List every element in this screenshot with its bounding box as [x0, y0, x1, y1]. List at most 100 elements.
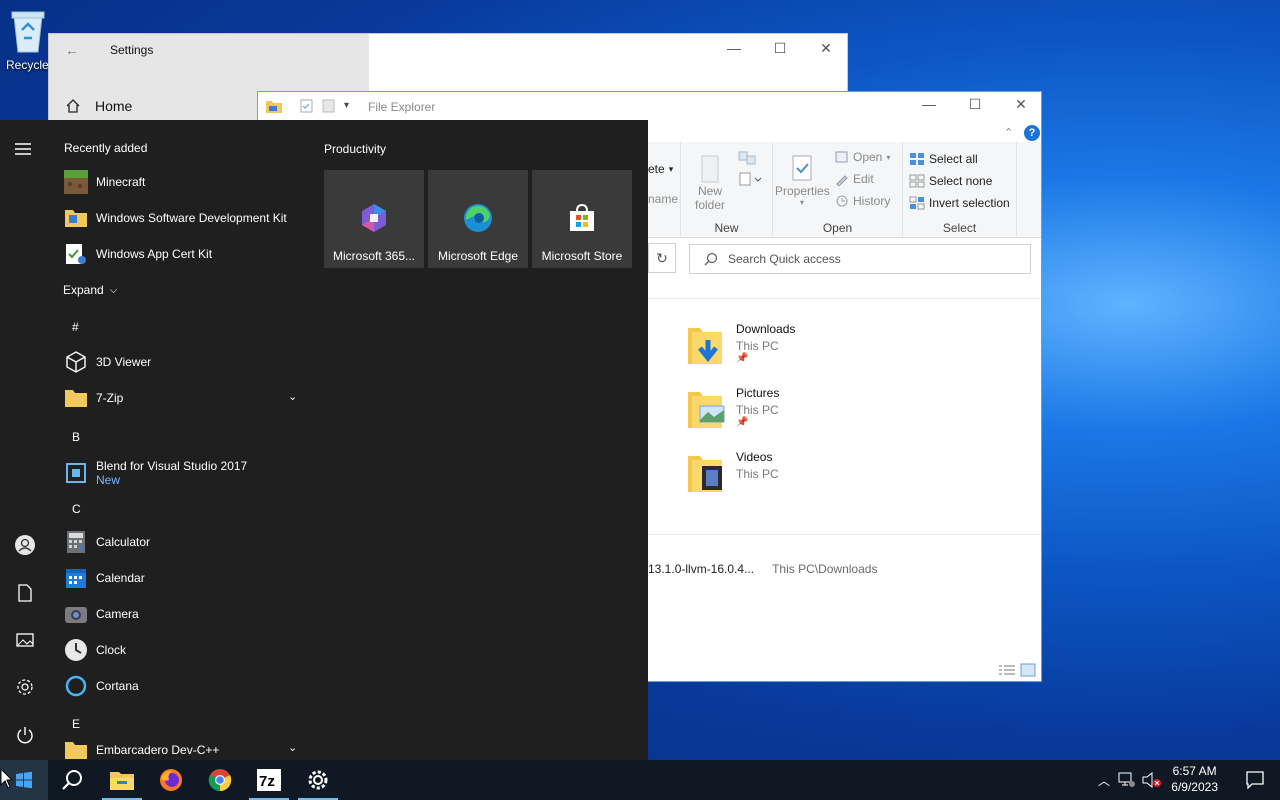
taskbar: 7z ︿ 6:57 AM 6/9/2023: [0, 760, 1280, 800]
new-item-icon[interactable]: [737, 150, 759, 168]
store-icon: [570, 203, 594, 231]
start-rail: [0, 120, 48, 760]
letter-header-b[interactable]: B: [72, 430, 80, 444]
downloads-folder-icon: [688, 328, 722, 364]
easy-access-icon[interactable]: [737, 170, 763, 188]
network-icon[interactable]: [1118, 772, 1136, 788]
app-calculator[interactable]: Calculator: [64, 525, 304, 559]
app-blend-vs2017[interactable]: Blend for Visual Studio 2017 New: [64, 453, 304, 493]
search-input[interactable]: Search Quick access: [689, 244, 1031, 274]
history-icon: [836, 195, 848, 207]
details-view-icon[interactable]: [998, 664, 1016, 676]
quick-access-videos[interactable]: Videos This PC: [688, 450, 779, 494]
group-select-label: Select: [942, 221, 977, 235]
calculator-icon: [67, 531, 85, 553]
close-button[interactable]: ✕: [803, 40, 849, 57]
show-hidden-icons-chevron-icon[interactable]: ︿: [1098, 772, 1110, 789]
power-icon[interactable]: [16, 726, 34, 744]
quick-access-dropdown-icon[interactable]: ▾: [344, 100, 349, 111]
select-none-button[interactable]: Select none: [909, 174, 992, 188]
settings-gear-icon[interactable]: [16, 678, 34, 696]
settings-home-label: Home: [95, 98, 133, 114]
tile-microsoft-edge[interactable]: Microsoft Edge: [428, 170, 528, 268]
group-new-label: New: [714, 221, 739, 235]
app-camera[interactable]: Camera: [64, 597, 304, 631]
taskbar-7zip[interactable]: 7z: [245, 760, 293, 800]
expand-button[interactable]: Expand ⌵: [63, 283, 117, 297]
hamburger-menu-icon[interactable]: [14, 142, 32, 156]
properties-icon: [792, 155, 812, 181]
properties-button[interactable]: Properties ▾: [775, 154, 830, 207]
ribbon-group-select: Select all Select none Invert selection …: [903, 142, 1017, 238]
quick-access-downloads[interactable]: Downloads This PC 📌: [688, 322, 795, 366]
pin-icon: 📌: [736, 417, 749, 428]
minecraft-icon: [64, 170, 88, 194]
settings-title: Settings: [110, 43, 154, 57]
refresh-button[interactable]: ↻: [648, 243, 676, 273]
taskbar-clock[interactable]: 6:57 AM 6/9/2023: [1171, 763, 1218, 795]
app-7zip[interactable]: 7-Zip: [64, 381, 304, 415]
recent-file-name: 13.1.0-llvm-16.0.4...: [648, 562, 755, 576]
cert-kit-icon: [66, 244, 86, 264]
svg-text:7z: 7z: [259, 773, 275, 790]
videos-folder-icon: [688, 456, 722, 492]
chevron-down-icon[interactable]: ⌄: [288, 741, 297, 754]
new-folder-icon: [701, 155, 719, 183]
group-open-label: Open: [822, 221, 853, 235]
pictures-icon[interactable]: [16, 632, 34, 648]
user-account-icon[interactable]: [14, 534, 36, 556]
app-windows-app-cert-kit[interactable]: Windows App Cert Kit: [64, 237, 304, 271]
tiles-group-heading: Productivity: [324, 142, 387, 156]
settings-home-item[interactable]: Home: [65, 98, 132, 114]
letter-header-hash[interactable]: #: [72, 320, 79, 334]
tile-microsoft-365[interactable]: Microsoft 365...: [324, 170, 424, 268]
delete-button-partial[interactable]: ete ▾: [648, 162, 673, 176]
invert-selection-button[interactable]: Invert selection: [909, 196, 1010, 210]
edit-button[interactable]: Edit: [835, 172, 874, 186]
chevron-down-icon[interactable]: ⌄: [288, 390, 297, 403]
invert-selection-icon: [909, 196, 925, 210]
taskbar-settings[interactable]: [294, 760, 342, 800]
recent-file-row[interactable]: 13.1.0-llvm-16.0.4... This PC\Downloads: [648, 562, 877, 576]
divider: [648, 534, 1041, 535]
maximize-button[interactable]: ☐: [757, 40, 803, 57]
app-windows-sdk[interactable]: Windows Software Development Kit: [64, 201, 304, 235]
app-3d-viewer[interactable]: 3D Viewer: [64, 345, 304, 379]
back-arrow-icon[interactable]: ←: [65, 42, 79, 58]
new-folder-quick-icon[interactable]: [322, 99, 336, 113]
history-button[interactable]: History: [835, 194, 890, 208]
large-icons-view-icon[interactable]: [1020, 663, 1036, 677]
letter-header-e[interactable]: E: [72, 717, 80, 731]
minimize-button[interactable]: —: [711, 40, 757, 57]
rename-button-partial[interactable]: name: [648, 192, 678, 206]
taskbar-firefox[interactable]: [147, 760, 195, 800]
new-folder-button[interactable]: New folder: [695, 154, 725, 212]
taskbar-chrome[interactable]: [196, 760, 244, 800]
letter-header-c[interactable]: C: [72, 502, 81, 516]
ribbon-collapse-icon[interactable]: ⌃: [1004, 126, 1013, 139]
properties-quick-icon[interactable]: [300, 99, 314, 113]
clock-time: 6:57 AM: [1172, 764, 1217, 778]
app-embarcadero-devcpp[interactable]: Embarcadero Dev-C++: [64, 733, 304, 760]
search-taskbar-button[interactable]: [48, 760, 96, 800]
documents-icon[interactable]: [17, 584, 33, 602]
action-center-notification-icon[interactable]: [1246, 771, 1264, 789]
help-icon[interactable]: ?: [1024, 125, 1040, 141]
explorer-maximize-button[interactable]: ☐: [952, 96, 998, 113]
tile-microsoft-store[interactable]: Microsoft Store: [532, 170, 632, 268]
taskbar-file-explorer[interactable]: [98, 760, 146, 800]
select-all-button[interactable]: Select all: [909, 152, 978, 166]
folder-icon: [65, 390, 87, 407]
open-button[interactable]: Open ▾: [835, 150, 890, 164]
app-calendar[interactable]: Calendar: [64, 561, 304, 595]
app-clock[interactable]: Clock: [64, 633, 304, 667]
explorer-minimize-button[interactable]: —: [906, 96, 952, 113]
explorer-close-button[interactable]: ✕: [998, 96, 1044, 113]
app-cortana[interactable]: Cortana: [64, 669, 304, 703]
volume-muted-icon[interactable]: [1142, 772, 1162, 788]
select-none-icon: [909, 174, 925, 188]
search-icon: [704, 252, 718, 266]
app-minecraft[interactable]: Minecraft: [64, 165, 304, 199]
recent-file-path: This PC\Downloads: [772, 562, 878, 576]
quick-access-pictures[interactable]: Pictures This PC 📌: [688, 386, 779, 430]
